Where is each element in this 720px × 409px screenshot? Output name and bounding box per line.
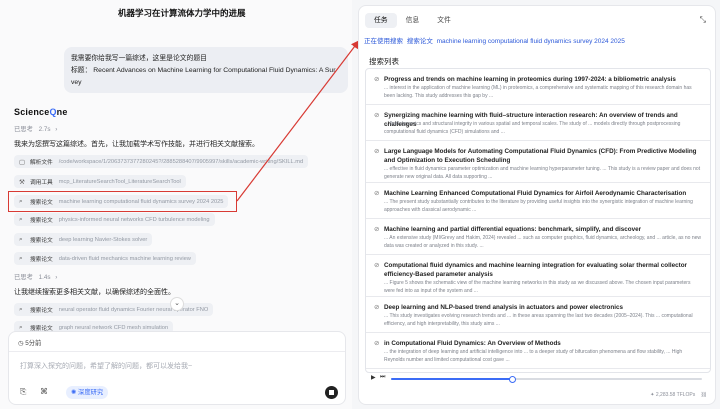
settings-icon[interactable]: ⌘ bbox=[40, 387, 48, 396]
result-title[interactable]: in Computational Fluid Dynamics: An Over… bbox=[384, 339, 702, 348]
link-icon: ⊘ bbox=[374, 190, 380, 197]
page-title: 机器学习在计算流体力学中的进展 bbox=[118, 8, 246, 18]
highlight-annotation bbox=[8, 191, 237, 212]
scroll-down-button[interactable]: ⌄ bbox=[170, 297, 184, 311]
link-icon[interactable]: ⛓ bbox=[701, 392, 707, 398]
step-label: 调用工具 bbox=[30, 180, 53, 186]
step-label: 搜索论文 bbox=[30, 257, 53, 263]
link-icon: ⊘ bbox=[374, 340, 380, 347]
result-title[interactable]: Large Language Models for Automating Com… bbox=[384, 147, 702, 165]
step-value: /code/workspace/1/2063737377280245?/2885… bbox=[58, 158, 304, 165]
step-value: deep learning Navier-Stokes solver bbox=[58, 236, 148, 243]
step-label: 搜索论文 bbox=[30, 218, 53, 224]
tool-icon: ⚒ bbox=[19, 178, 25, 186]
collapse-icon[interactable]: ⤡ bbox=[700, 15, 706, 25]
step-value: neural operator fluid dynamics Fourier n… bbox=[58, 306, 209, 313]
step-value: physics-informed neural networks CFD tur… bbox=[58, 216, 210, 223]
step-label: 搜索论文 bbox=[30, 238, 53, 244]
link-icon: ⊘ bbox=[374, 76, 380, 83]
result-snippet: ... fluid dynamics and structural integr… bbox=[384, 121, 681, 135]
step-value: graph neural network CFD mesh simulation bbox=[58, 324, 169, 331]
result-snippet: ... The present study substantially cont… bbox=[384, 199, 693, 213]
compose-box: ◷ 5分前 打算深入探究的问题，希望了解的问题，都可以发给我~ ⎘ ⌘ ✺ 深度… bbox=[8, 331, 346, 405]
chat-panel: 机器学习在计算流体力学中的进展 我需要你给我写一篇综述，这里是论文的题目 标题：… bbox=[0, 0, 352, 409]
step-label: 解析文件 bbox=[30, 160, 53, 166]
compute-readout: ✦ 2,283.58 TFLOPs ⛓ bbox=[650, 392, 707, 398]
result-snippet: ... An extensive study (MI/Grevy and Hak… bbox=[384, 235, 702, 249]
user-message-line: 我需要你给我写一篇综述，这里是论文的题目 bbox=[71, 55, 207, 62]
result-snippet: ... effective in fluid dynamics paramete… bbox=[384, 166, 701, 180]
result-title[interactable]: Computational fluid dynamics and machine… bbox=[384, 261, 702, 279]
step-label: 搜索论文 bbox=[30, 308, 53, 314]
playback-slider[interactable] bbox=[391, 375, 702, 383]
link-icon: ⊘ bbox=[374, 148, 380, 155]
result-snippet: ... This study investigates evolving res… bbox=[384, 313, 693, 327]
chevron-right-icon: › bbox=[55, 126, 58, 133]
search-icon: ⌕ bbox=[19, 235, 23, 243]
tab-files[interactable]: 文件 bbox=[428, 13, 460, 28]
link-icon: ⊘ bbox=[374, 304, 380, 311]
tool-call-step[interactable]: ⚒ 调用工具 mcp_LiteratureSearchTool_Literature… bbox=[14, 175, 186, 188]
flame-icon: ✦ bbox=[650, 392, 655, 398]
result-snippet: ... the integration of deep learning and… bbox=[384, 349, 683, 363]
file-icon: ▢ bbox=[19, 158, 26, 166]
search-results-list: ⊘ Progress and trends on machine learning… bbox=[365, 68, 711, 373]
task-panel: 任务 信息 文件 ⤡ 正在使用搜索 搜索论文 machine learning … bbox=[358, 5, 716, 405]
result-title[interactable]: Machine learning and partial differentia… bbox=[384, 225, 702, 234]
result-snippet: ... interest in the application of machi… bbox=[384, 85, 692, 99]
playback-bar: ▶ ⏭ bbox=[365, 373, 711, 385]
search-result-item[interactable]: ⊘ Deep learning and NLP-based trend analy… bbox=[366, 297, 710, 333]
search-list-title: 搜索列表 bbox=[369, 57, 399, 66]
tool-call-step[interactable]: ⌕ 搜索论文 physics-informed neural networks CF… bbox=[14, 213, 215, 226]
clock-icon: ◷ bbox=[18, 340, 24, 347]
user-message-line: 标题： Recent Advances on Machine Learning … bbox=[71, 67, 336, 74]
message-input[interactable]: 打算深入探究的问题，希望了解的问题，都可以发给我~ bbox=[20, 361, 192, 371]
current-action: 正在使用搜索 搜索论文 machine learning computation… bbox=[364, 38, 625, 45]
step-value: data-driven fluid mechanics machine lear… bbox=[58, 255, 191, 262]
divider bbox=[9, 351, 345, 352]
step-value: mcp_LiteratureSearchTool_LiteratureSearc… bbox=[58, 178, 181, 185]
tab-bar: 任务 信息 文件 bbox=[365, 13, 460, 28]
search-icon: ⌕ bbox=[19, 305, 23, 313]
tab-info[interactable]: 信息 bbox=[397, 13, 429, 28]
thought-indicator[interactable]: 已思考 1.4s › bbox=[14, 272, 57, 281]
search-result-item[interactable]: ⊘ Computational fluid dynamics and machin… bbox=[366, 255, 710, 297]
search-result-item[interactable]: ⊘ Synergizing machine learning with fluid… bbox=[366, 105, 710, 141]
result-snippet: ... Figure 5 shows the schematic view of… bbox=[384, 280, 691, 294]
tool-call-step[interactable]: ▢ 解析文件/code/workspace/1/2063737377280245?… bbox=[14, 155, 309, 168]
search-result-item[interactable]: ⊘ Large Language Models for Automating Co… bbox=[366, 141, 710, 183]
brand-logo: ScienceQne bbox=[14, 107, 68, 117]
tool-call-step[interactable]: ⌕ 搜索论文 data-driven fluid mechanics machine… bbox=[14, 252, 196, 265]
stop-button[interactable] bbox=[325, 386, 338, 399]
search-icon: ⌕ bbox=[19, 254, 23, 262]
result-title[interactable]: Deep learning and NLP-based trend analys… bbox=[384, 303, 702, 312]
search-result-item[interactable]: ⊘ Machine learning and partial differenti… bbox=[366, 219, 710, 255]
search-result-item[interactable]: ⊘ Machine Learning Enhanced Computational… bbox=[366, 183, 710, 219]
link-icon: ⊘ bbox=[374, 262, 380, 269]
deep-research-button[interactable]: ✺ 深度研究 bbox=[66, 386, 109, 399]
tool-call-step[interactable]: ⌕ 搜索论文 deep learning Navier-Stokes solver bbox=[14, 233, 153, 246]
user-message: 我需要你给我写一篇综述，这里是论文的题目 标题： Recent Advances… bbox=[64, 47, 348, 93]
chevron-right-icon: › bbox=[55, 274, 58, 281]
play-icon[interactable]: ▶ bbox=[371, 374, 376, 381]
attach-icon[interactable]: ⎘ bbox=[20, 387, 26, 397]
assistant-message: 让我继续搜索更多相关文献，以确保综述的全面性。 bbox=[14, 289, 175, 296]
tab-task[interactable]: 任务 bbox=[365, 13, 397, 28]
link-icon: ⊘ bbox=[374, 112, 380, 119]
compose-time: ◷ 5分前 bbox=[18, 340, 42, 347]
assistant-message: 我来为您撰写这篇综述。首先，让我加载学术写作技能，并进行相关文献搜索。 bbox=[14, 141, 259, 148]
user-message-line: vey bbox=[71, 79, 82, 86]
thought-indicator[interactable]: 已思考 2.7s › bbox=[14, 124, 57, 133]
search-result-item[interactable]: ⊘ Progress and trends on machine learning… bbox=[366, 69, 710, 105]
slider-handle[interactable] bbox=[508, 375, 516, 383]
search-icon: ⌕ bbox=[19, 215, 23, 223]
atom-icon: ✺ bbox=[71, 389, 77, 396]
link-icon: ⊘ bbox=[374, 226, 380, 233]
result-title[interactable]: Progress and trends on machine learning … bbox=[384, 75, 702, 84]
result-title[interactable]: Machine Learning Enhanced Computational … bbox=[384, 189, 702, 198]
search-result-item[interactable]: ⊘ in Computational Fluid Dynamics: An Ove… bbox=[366, 333, 710, 369]
skip-icon[interactable]: ⏭ bbox=[380, 374, 385, 381]
